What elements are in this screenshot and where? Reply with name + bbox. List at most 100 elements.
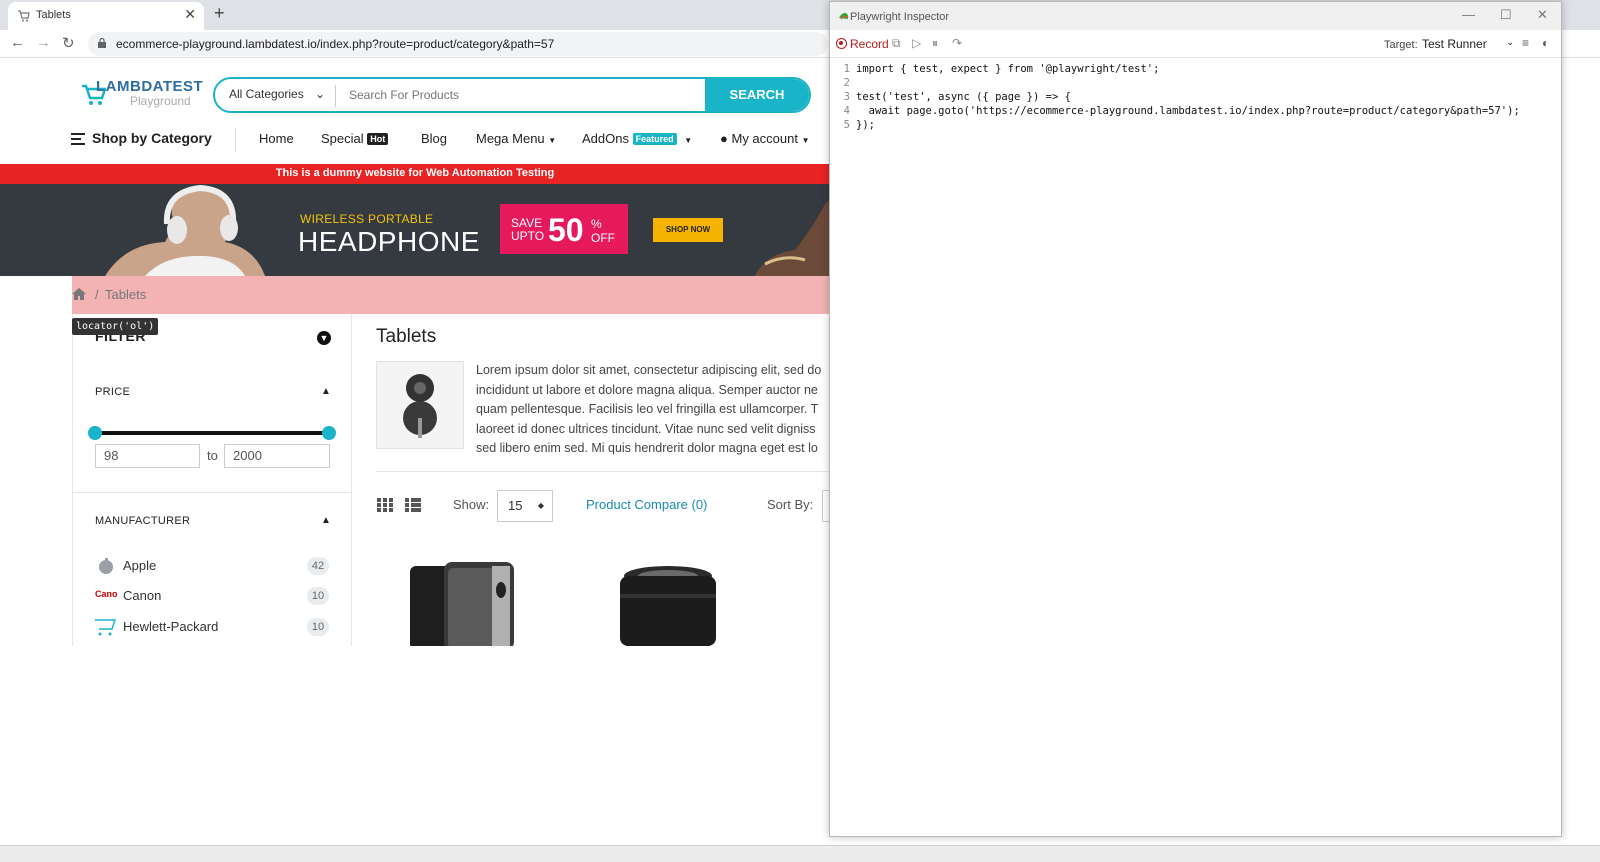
save-percent: %	[591, 217, 602, 231]
code-text: test('test', async ({ page }) => {	[856, 91, 1071, 103]
theme-toggle-icon[interactable]: ◐	[1542, 36, 1549, 50]
manufacturer-name: Hewlett-Packard	[123, 619, 219, 634]
category-select[interactable]: All Categories ⌄	[229, 87, 325, 101]
nav-blog[interactable]: Blog	[421, 131, 447, 146]
address-bar[interactable]: ecommerce-playground.lambdatest.io/index…	[88, 32, 828, 56]
price-to-label: to	[207, 448, 218, 463]
slider-max-handle[interactable]	[322, 426, 336, 440]
playwright-logo-icon	[839, 12, 849, 20]
inspector-titlebar: Playwright Inspector — ☐ ✕	[830, 2, 1561, 30]
price-section-title: PRICE	[95, 386, 131, 398]
select-arrows-icon: ◆	[537, 501, 544, 510]
search-divider	[335, 85, 336, 107]
manufacturer-count: 10	[307, 618, 329, 636]
breadcrumb-separator: /	[95, 287, 99, 302]
reload-icon[interactable]: ↻	[62, 34, 75, 52]
inspector-title: Playwright Inspector	[850, 11, 950, 23]
content-divider	[376, 471, 830, 472]
description-line: quam pellentesque. Facilisis leo vel fri…	[476, 402, 819, 416]
close-tab-icon[interactable]: ✕	[184, 6, 196, 23]
inspector-toolbar: Record ⧉ ▷ ⏸ ↷ Target: Test Runner ⌄ ≡ ◐	[830, 30, 1561, 58]
price-max-input[interactable]: 2000	[224, 444, 330, 468]
list-view-icon[interactable]	[405, 498, 421, 512]
show-count-select[interactable]: 15 ◆	[497, 490, 553, 522]
slider-track	[95, 431, 329, 435]
lock-icon	[98, 38, 106, 48]
code-text: import { test, expect } from '@playwrigh…	[856, 63, 1160, 75]
grid-view-icon[interactable]	[377, 498, 393, 512]
manufacturer-count: 10	[307, 587, 329, 605]
manufacturer-item[interactable]: Cano Canon 10	[95, 585, 331, 607]
back-icon[interactable]: ←	[10, 34, 25, 51]
category-thumbnail	[376, 361, 464, 449]
search-input[interactable]	[349, 85, 699, 105]
filter-toggle-icon[interactable]: ▼	[317, 331, 331, 345]
chevron-up-icon[interactable]: ▲	[321, 515, 331, 526]
category-select-label: All Categories	[229, 87, 304, 101]
chevron-down-icon: ⌄	[315, 87, 326, 101]
cart-favicon-icon	[18, 10, 30, 22]
code-editor[interactable]: 1 import { test, expect } from '@playwrig…	[840, 62, 1555, 132]
nav-addons[interactable]: AddOns Featured ▼	[582, 131, 692, 146]
manufacturer-count: 42	[307, 557, 329, 575]
manufacturer-item[interactable]: Apple 42	[95, 555, 331, 577]
breadcrumb: / Tablets	[72, 276, 830, 314]
target-select[interactable]: Test Runner	[1422, 37, 1487, 51]
nav-home[interactable]: Home	[259, 131, 294, 146]
save-value: 50	[548, 212, 584, 248]
chevron-down-icon[interactable]: ⌄	[1506, 37, 1514, 48]
nav-special[interactable]: Special Hot	[321, 131, 389, 146]
line-number: 2	[843, 77, 850, 89]
forward-icon[interactable]: →	[36, 34, 51, 51]
product-compare-link[interactable]: Product Compare (0)	[586, 497, 707, 512]
breadcrumb-current: Tablets	[105, 287, 147, 302]
record-button[interactable]: Record	[850, 37, 889, 51]
headphone-model-image	[105, 184, 265, 276]
price-min-input[interactable]: 98	[95, 444, 200, 468]
description-line: incididunt ut labore et dolore magna ali…	[476, 382, 818, 397]
resume-icon[interactable]: ▷	[912, 36, 921, 50]
maximize-icon[interactable]: ☐	[1500, 7, 1512, 23]
filter-sidebar: FILTER ▼ PRICE ▲ 98 to 2000 MANUFACTURER…	[72, 314, 352, 646]
price-range-slider[interactable]	[88, 426, 336, 440]
copy-icon[interactable]: ⧉	[892, 36, 901, 51]
user-icon: ●	[720, 131, 728, 146]
playwright-inspector-window: Playwright Inspector — ☐ ✕ Record ⧉ ▷ ⏸ …	[829, 1, 1562, 837]
chevron-up-icon[interactable]: ▲	[321, 386, 331, 397]
category-content: Tablets Lorem ipsum dolor sit amet, cons…	[376, 314, 830, 646]
line-number: 3	[843, 91, 850, 103]
hp-logo-icon	[95, 619, 117, 636]
slider-min-handle[interactable]	[88, 426, 102, 440]
settings-lines-icon[interactable]: ≡	[1522, 36, 1529, 50]
save-off: OFF	[591, 231, 615, 245]
record-icon[interactable]	[836, 38, 847, 49]
nav-my-account[interactable]: ● My account ▼	[720, 131, 810, 146]
promo-banner[interactable]: WIRELESS PORTABLE HEADPHONE SAVE UPTO 50…	[0, 184, 830, 276]
featured-badge: Featured	[632, 133, 677, 145]
shop-now-button[interactable]: SHOP NOW	[653, 218, 723, 242]
minimize-icon[interactable]: —	[1462, 7, 1475, 22]
browser-tab[interactable]: Tablets ✕	[8, 2, 204, 30]
pause-icon[interactable]: ⏸	[932, 36, 938, 51]
banner-headline: HEADPHONE	[298, 226, 480, 257]
line-number: 1	[843, 63, 850, 75]
main-nav: Shop by Category Home Special Hot Blog M…	[0, 122, 830, 162]
step-over-icon[interactable]: ↷	[952, 36, 962, 50]
nav-mega-menu-label: Mega Menu	[476, 131, 545, 146]
code-line: 3 test('test', async ({ page }) => {	[840, 90, 1555, 104]
show-count-value: 15	[508, 498, 523, 513]
nav-addons-label: AddOns	[582, 131, 629, 146]
notice-bar: This is a dummy website for Web Automati…	[0, 164, 830, 184]
manufacturer-name: Canon	[123, 588, 162, 603]
home-icon[interactable]	[72, 288, 86, 300]
window-close-icon[interactable]: ✕	[1537, 7, 1548, 23]
manufacturer-item[interactable]: Hewlett-Packard 10	[95, 616, 331, 638]
product-phone-image[interactable]	[404, 560, 530, 646]
site-logo[interactable]: LAMBDATEST Playground	[80, 76, 203, 112]
product-lens-image[interactable]	[616, 564, 720, 646]
nav-mega-menu[interactable]: Mega Menu ▼	[476, 131, 556, 146]
web-page: LAMBDATEST Playground All Categories ⌄ S…	[0, 58, 830, 646]
shop-by-category-label: Shop by Category	[92, 130, 212, 146]
search-button[interactable]: SEARCH	[705, 79, 809, 111]
new-tab-button[interactable]: +	[214, 3, 225, 24]
